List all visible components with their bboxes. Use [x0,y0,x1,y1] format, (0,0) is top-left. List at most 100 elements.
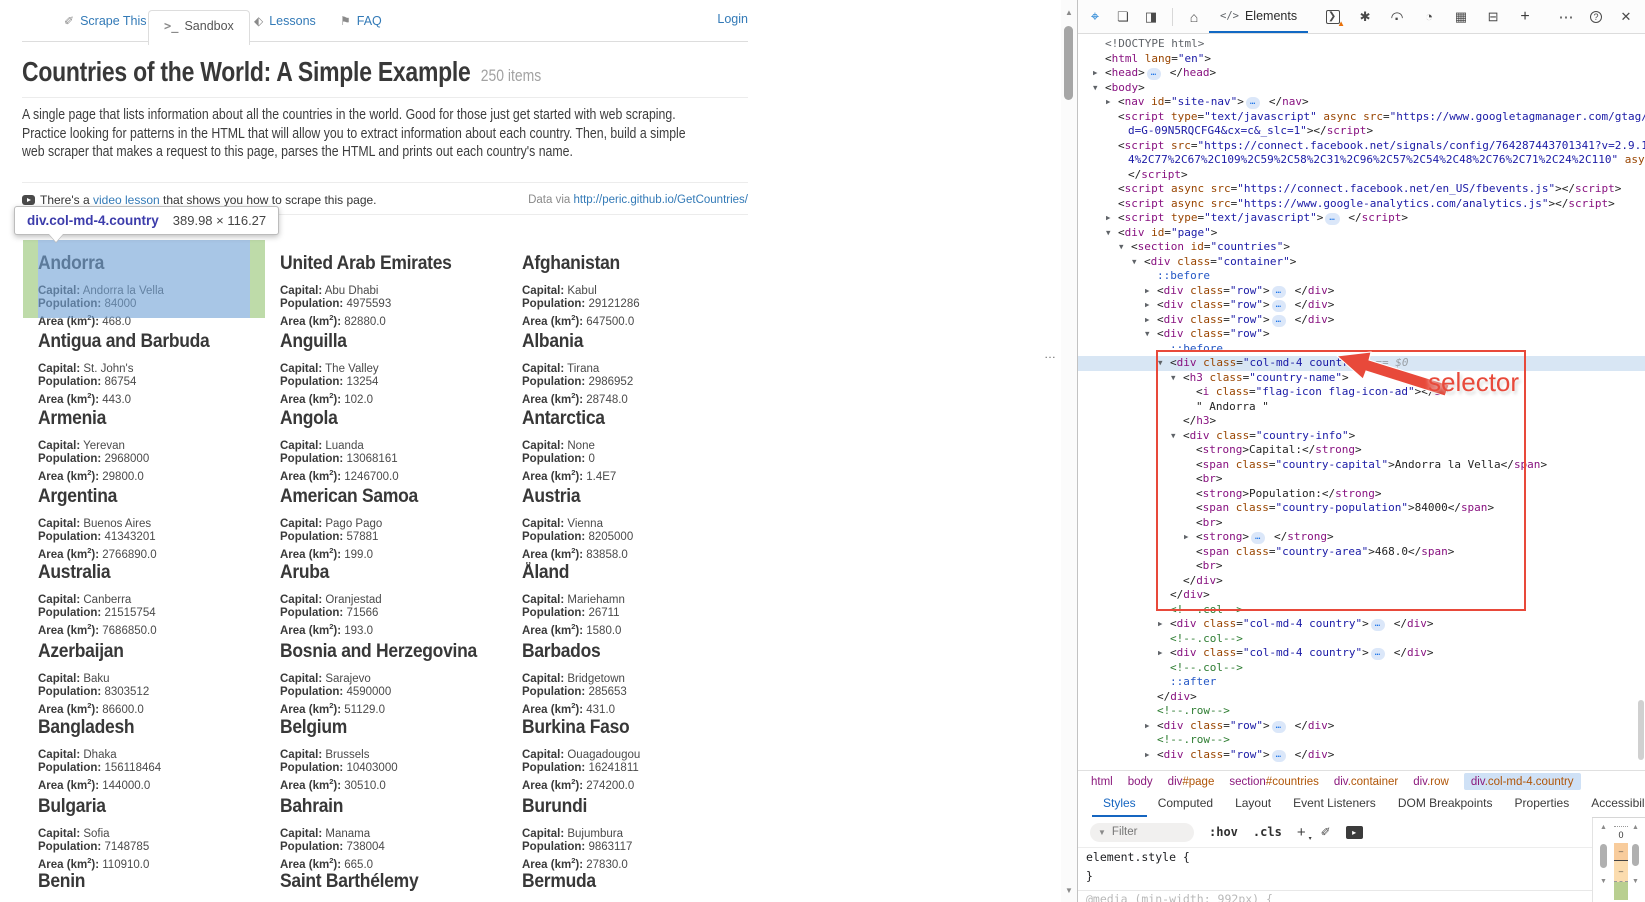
dom-tree-line[interactable]: <strong>Capital:</strong> [1078,443,1645,458]
dom-tree-line[interactable]: " Andorra " [1078,400,1645,415]
inline-expand-ellipsis[interactable]: … [1272,286,1286,298]
dom-tree-line[interactable]: ▶<strong>… </strong> [1078,530,1645,545]
collapse-arrow-icon[interactable]: ▼ [1158,356,1163,371]
scrollbar-thumb[interactable] [1600,844,1607,868]
scroll-up-arrow-icon[interactable]: ▲ [1629,824,1642,831]
dom-tree-line[interactable]: ▶<div class="row">… </div> [1078,748,1645,763]
dom-tree-line[interactable]: ::after [1078,675,1645,690]
dom-tree-line[interactable]: <strong>Population:</strong> [1078,487,1645,502]
collapse-arrow-icon[interactable]: ▼ [1132,255,1137,270]
scroll-down-arrow-icon[interactable]: ▼ [1629,878,1642,885]
breadcrumb-div.col-md-4.country[interactable]: div.col-md-4.country [1464,773,1581,790]
dom-tree-line[interactable]: <html lang="en"> [1078,52,1645,67]
dom-tree-line[interactable]: <!--.col--> [1078,632,1645,647]
dom-tree-line[interactable]: <script async src="https://www.google-an… [1078,197,1645,212]
dom-tree-scrollbar-thumb[interactable] [1638,700,1644,760]
dom-tree-line[interactable]: <br> [1078,559,1645,574]
tab-accessibility[interactable]: Accessibility [1580,791,1645,817]
toggle-class-button[interactable]: .cls [1253,825,1282,839]
dom-tree-line[interactable]: <span class="country-area">468.0</span> [1078,545,1645,560]
expand-arrow-icon[interactable]: ▶ [1145,298,1150,313]
scroll-up-arrow-icon[interactable]: ▲ [1597,824,1610,831]
console-icon[interactable] [1324,8,1342,26]
dom-tree-line[interactable]: ▼<body> [1078,81,1645,96]
dom-tree-line[interactable]: ▶<div class="row">… </div> [1078,298,1645,313]
dom-tree-line[interactable]: ▶<div class="row">… </div> [1078,313,1645,328]
dom-tree-line[interactable]: ▶<script type="text/javascript">… </scri… [1078,211,1645,226]
dom-tree-line[interactable]: ▶<div class="col-md-4 country">… </div> [1078,646,1645,661]
page-scrollbar[interactable]: ▲ ▼ [1061,0,1077,902]
dom-tree-line[interactable]: <script src="https://connect.facebook.ne… [1078,139,1645,154]
tab-styles[interactable]: Styles [1092,791,1147,817]
expand-arrow-icon[interactable]: ▶ [1184,530,1189,545]
styles-rules-pane[interactable]: element.style { } @media (min-width: 992… [1078,847,1592,902]
device-toolbar-icon[interactable] [1114,8,1132,26]
scrollbar-thumb[interactable] [1064,26,1073,100]
inspect-icon[interactable] [1086,8,1104,26]
dom-tree-line[interactable]: <!DOCTYPE html> [1078,37,1645,52]
performance-icon[interactable] [1420,8,1438,26]
attribution-link[interactable]: http://peric.github.io/GetCountries/ [573,194,748,206]
nav-item-sandbox[interactable]: >_Sandbox [148,10,250,45]
dom-tree-line[interactable]: <!--.row--> [1078,733,1645,748]
collapse-arrow-icon[interactable]: ▼ [1171,371,1176,386]
memory-icon[interactable] [1452,8,1470,26]
sidebar-scrollbar[interactable]: ▲ ▼ [1629,822,1642,902]
dom-tree-line[interactable]: <script async src="https://connect.faceb… [1078,182,1645,197]
expand-arrow-icon[interactable]: ▶ [1145,284,1150,299]
application-icon[interactable] [1484,8,1502,26]
dom-tree-line[interactable]: ▶<head>… </head> [1078,66,1645,81]
dom-tree-line-selected[interactable]: ▼<div class="col-md-4 country"> == $0 [1078,356,1645,371]
nav-item-lessons[interactable]: Lessons [254,14,316,28]
breadcrumb-body[interactable]: body [1128,776,1153,788]
more-icon[interactable] [1557,8,1575,26]
dom-tree-line[interactable]: ▶<div class="row">… </div> [1078,719,1645,734]
toggle-hover-state-button[interactable]: :hov [1209,825,1238,839]
breadcrumb-div.row[interactable]: div.row [1413,776,1449,788]
nav-item-faq[interactable]: FAQ [340,14,382,28]
dom-tree-line[interactable]: ::before [1078,342,1645,357]
breadcrumb-html[interactable]: html [1091,776,1113,788]
dom-tree-line[interactable]: <!--.row--> [1078,704,1645,719]
node-menu-ellipsis[interactable]: … [1044,347,1057,361]
expand-arrow-icon[interactable]: ▶ [1106,95,1111,110]
expand-arrow-icon[interactable]: ▶ [1093,66,1098,81]
collapse-arrow-icon[interactable]: ▼ [1106,226,1111,241]
debugger-icon[interactable] [1356,8,1374,26]
tab-computed[interactable]: Computed [1147,791,1224,817]
dom-tree-line[interactable]: </h3> [1078,414,1645,429]
dom-tree-line[interactable]: ▼<div id="page"> [1078,226,1645,241]
dom-tree-line[interactable]: </div> [1078,690,1645,705]
dom-tree-line[interactable]: <script type="text/javascript" async src… [1078,110,1645,125]
expand-arrow-icon[interactable]: ▶ [1106,211,1111,226]
inline-expand-ellipsis[interactable]: … [1272,721,1286,733]
expand-arrow-icon[interactable]: ▶ [1145,313,1150,328]
dom-tree-line[interactable]: ▼<div class="container"> [1078,255,1645,270]
scroll-up-arrow-icon[interactable]: ▲ [1061,8,1077,17]
dom-tree-line[interactable]: 4%2C77%2C67%2C109%2C59%2C58%2C31%2C96%2C… [1078,153,1645,168]
dom-tree-line[interactable]: ▼<div class="country-info"> [1078,429,1645,444]
dock-side-icon[interactable] [1142,8,1160,26]
dom-tree-line[interactable]: </script> [1078,168,1645,183]
element-style-rule[interactable]: element.style { [1078,848,1592,867]
tab-properties[interactable]: Properties [1504,791,1581,817]
dom-tree-line[interactable]: ▼<h3 class="country-name"> [1078,371,1645,386]
dom-tree-line[interactable]: <br> [1078,516,1645,531]
collapse-arrow-icon[interactable]: ▼ [1145,327,1150,342]
collapse-arrow-icon[interactable]: ▼ [1119,240,1124,255]
brush-icon[interactable]: ✐ [1321,825,1331,839]
expand-arrow-icon[interactable]: ▶ [1145,719,1150,734]
inline-expand-ellipsis[interactable]: … [1246,97,1260,109]
inline-expand-ellipsis[interactable]: … [1147,68,1161,80]
inline-expand-ellipsis[interactable]: … [1272,300,1286,312]
scroll-down-arrow-icon[interactable]: ▼ [1597,878,1610,885]
dom-tree-line[interactable]: <!--.col--> [1078,603,1645,618]
dom-tree-line[interactable]: </div> [1078,574,1645,589]
inline-expand-ellipsis[interactable]: … [1251,532,1265,544]
tab-elements[interactable]: </>Elements [1209,0,1308,33]
dom-tree-line[interactable]: <!--.col--> [1078,661,1645,676]
collapse-arrow-icon[interactable]: ▼ [1093,81,1098,96]
inline-expand-ellipsis[interactable]: … [1272,315,1286,327]
login-link[interactable]: Login [717,12,748,26]
dom-tree-line[interactable]: <span class="country-population">84000</… [1078,501,1645,516]
